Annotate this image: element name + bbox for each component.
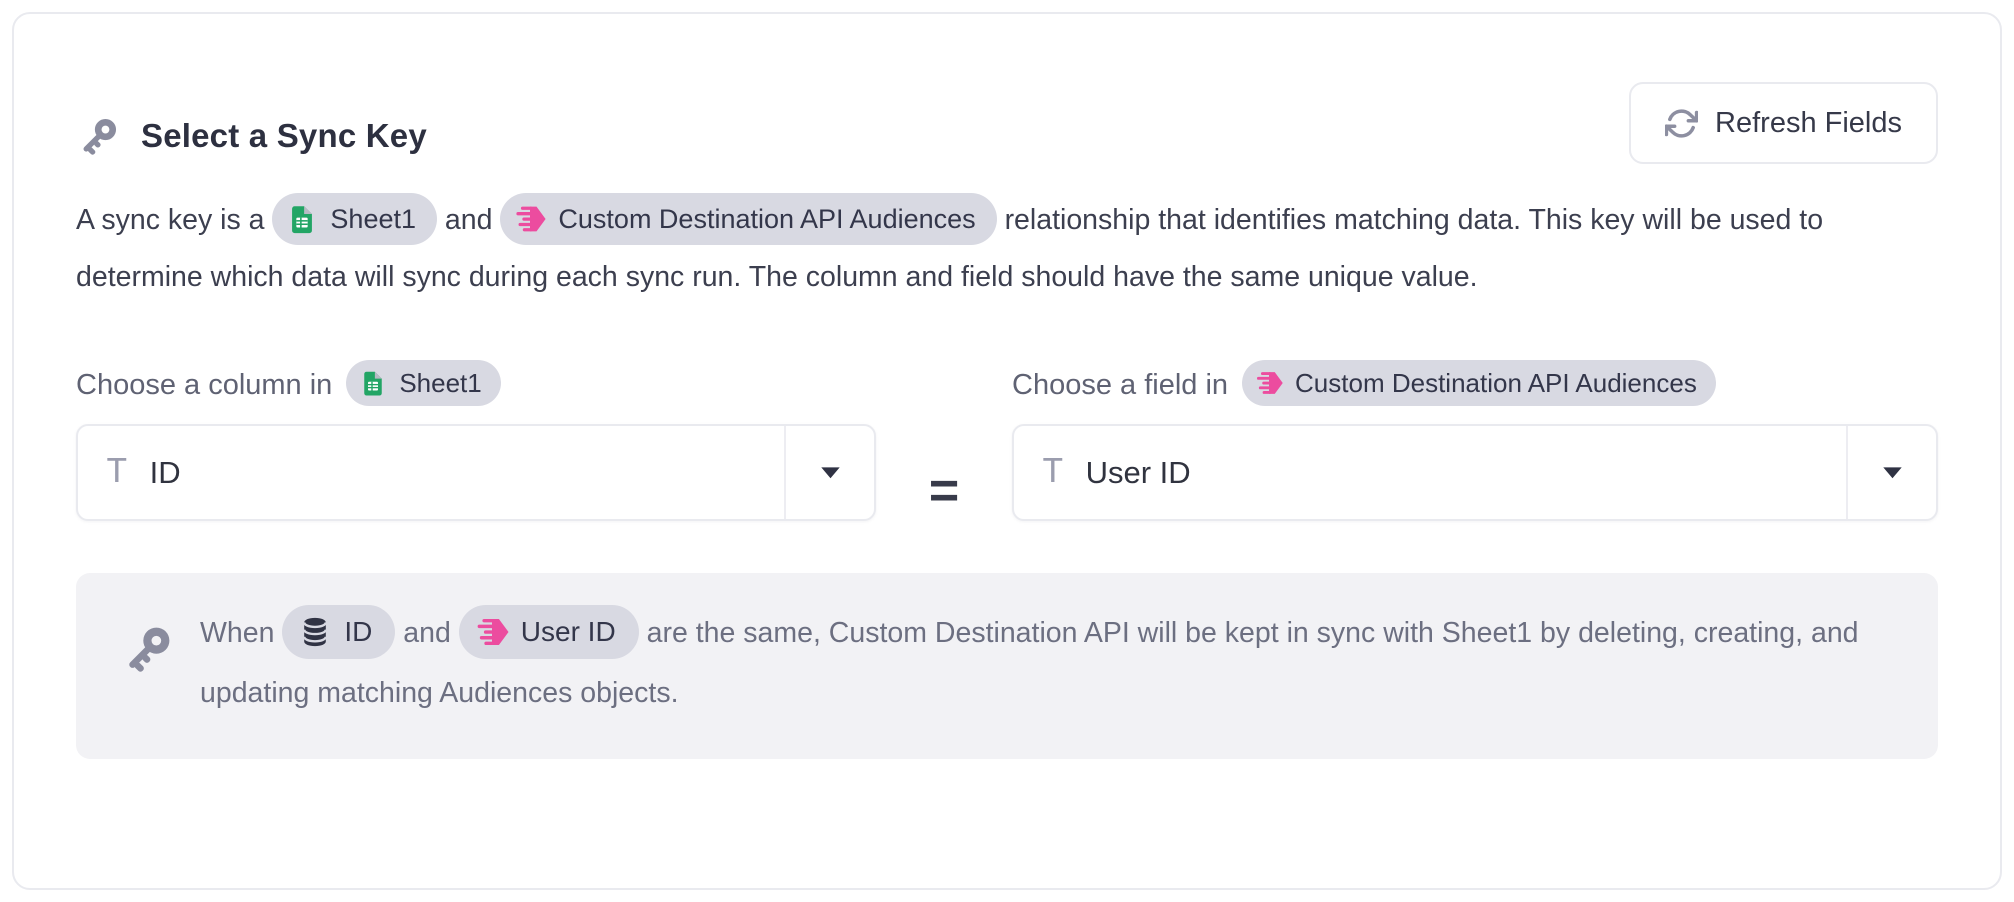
- destination-badge-label: Custom Destination API Audiences: [558, 191, 975, 248]
- card-header: Select a Sync Key Refresh Fields: [76, 82, 1938, 164]
- field-select-dropdown-toggle[interactable]: [1846, 426, 1936, 519]
- field-picker-destination-badge-label: Custom Destination API Audiences: [1295, 368, 1697, 399]
- column-select[interactable]: T ID: [76, 424, 876, 521]
- column-select-value: ID: [150, 455, 181, 491]
- column-select-dropdown-toggle[interactable]: [784, 426, 874, 519]
- field-picker-label: Choose a field in Custom Destination API…: [1012, 362, 1938, 408]
- spreadsheet-icon: [285, 202, 319, 236]
- field-picker: Choose a field in Custom Destination API…: [1012, 362, 1938, 521]
- refresh-fields-label: Refresh Fields: [1715, 107, 1902, 140]
- sync-key-description: A sync key is a Sheet1 and Custom Destin…: [76, 192, 1938, 306]
- column-picker-source-badge: Sheet1: [346, 360, 500, 406]
- column-picker: Choose a column in Sheet1 T ID: [76, 362, 876, 521]
- sync-behavior-text: When ID and User ID are the same, Custom…: [200, 603, 1898, 723]
- chevron-down-icon: [1881, 465, 1904, 480]
- column-picker-label: Choose a column in Sheet1: [76, 362, 876, 408]
- refresh-fields-button[interactable]: Refresh Fields: [1629, 82, 1938, 164]
- column-picker-label-text: Choose a column in: [76, 369, 332, 402]
- description-lead: A sync key is a: [76, 204, 265, 236]
- info-lead: When: [200, 617, 274, 649]
- destination-arrow-icon: [513, 202, 547, 236]
- title-group: Select a Sync Key: [76, 112, 427, 159]
- refresh-icon: [1665, 107, 1698, 140]
- info-column-badge-label: ID: [344, 602, 372, 662]
- info-column-badge: ID: [282, 605, 395, 659]
- column-picker-source-badge-label: Sheet1: [399, 368, 481, 399]
- database-icon: [297, 614, 333, 650]
- info-conjunction: and: [403, 617, 451, 649]
- field-select[interactable]: T User ID: [1012, 424, 1938, 521]
- source-badge-label: Sheet1: [330, 191, 416, 248]
- description-conjunction: and: [445, 204, 493, 236]
- field-picker-label-text: Choose a field in: [1012, 369, 1228, 402]
- destination-badge: Custom Destination API Audiences: [500, 193, 996, 245]
- field-picker-destination-badge: Custom Destination API Audiences: [1242, 360, 1716, 406]
- page-title: Select a Sync Key: [141, 117, 427, 155]
- text-type-icon: T: [106, 455, 128, 491]
- source-badge: Sheet1: [272, 193, 437, 245]
- spreadsheet-icon: [358, 368, 388, 398]
- info-field-badge-label: User ID: [521, 602, 616, 662]
- sync-key-card: Select a Sync Key Refresh Fields A sync …: [12, 12, 2002, 890]
- key-icon: [76, 112, 123, 159]
- destination-arrow-icon: [1254, 368, 1284, 398]
- sync-key-pickers: Choose a column in Sheet1 T ID = Choose …: [76, 362, 1938, 521]
- info-field-badge: User ID: [459, 605, 639, 659]
- equals-sign: =: [876, 362, 1012, 521]
- field-select-value: User ID: [1086, 455, 1191, 491]
- text-type-icon: T: [1042, 455, 1064, 491]
- sync-behavior-info-box: When ID and User ID are the same, Custom…: [76, 573, 1938, 759]
- chevron-down-icon: [819, 465, 842, 480]
- key-icon: [120, 619, 178, 677]
- destination-arrow-icon: [474, 614, 510, 650]
